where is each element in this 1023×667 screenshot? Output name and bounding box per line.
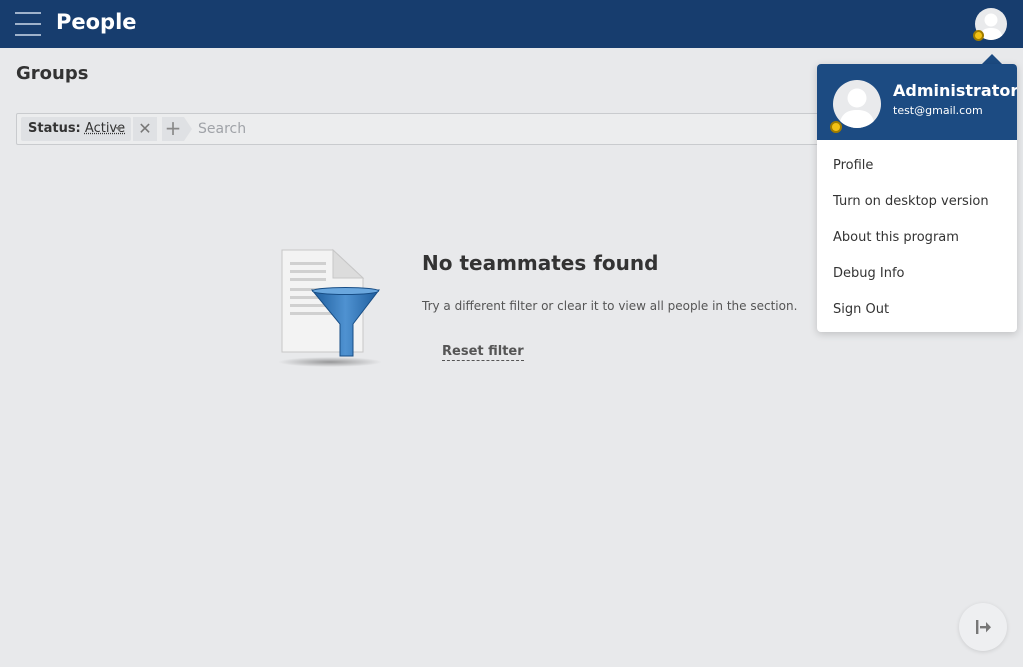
app-title: People xyxy=(56,10,137,34)
status-dot-icon xyxy=(973,30,984,41)
empty-filter-illustration-icon xyxy=(275,248,385,370)
user-avatar-icon xyxy=(833,80,881,128)
hamburger-icon[interactable] xyxy=(15,12,41,36)
menu-item-profile[interactable]: Profile xyxy=(833,155,1003,177)
chevron-down-icon xyxy=(115,127,123,131)
page-title: Groups xyxy=(16,63,89,84)
empty-state-description: Try a different filter or clear it to vi… xyxy=(422,299,798,313)
filter-chip-key: Status: xyxy=(28,121,81,136)
status-dot-icon xyxy=(830,121,842,133)
status-filter-chip[interactable]: Status: Active xyxy=(21,117,131,141)
menu-arrow xyxy=(982,54,1002,64)
arrow-right-to-bar-icon xyxy=(976,620,991,634)
top-bar: People xyxy=(0,0,1023,48)
reset-filter-link[interactable]: Reset filter xyxy=(442,344,524,361)
menu-item-debug-info[interactable]: Debug Info xyxy=(833,263,1003,285)
collapse-button[interactable] xyxy=(959,603,1007,651)
empty-state-title: No teammates found xyxy=(422,251,659,275)
user-menu-header: Administrator test@gmail.com xyxy=(817,64,1017,140)
add-filter-button[interactable]: + xyxy=(162,117,192,141)
menu-item-about[interactable]: About this program xyxy=(833,227,1003,249)
user-menu: Administrator test@gmail.com Profile Tur… xyxy=(817,64,1017,332)
menu-item-sign-out[interactable]: Sign Out xyxy=(833,299,1003,321)
menu-item-desktop-version[interactable]: Turn on desktop version xyxy=(833,191,1003,213)
filter-bar: Status: Active ✕ + xyxy=(16,113,916,145)
user-name: Administrator xyxy=(893,81,1017,100)
user-email: test@gmail.com xyxy=(893,104,983,117)
search-input[interactable] xyxy=(198,117,798,141)
close-icon[interactable]: ✕ xyxy=(133,117,157,141)
